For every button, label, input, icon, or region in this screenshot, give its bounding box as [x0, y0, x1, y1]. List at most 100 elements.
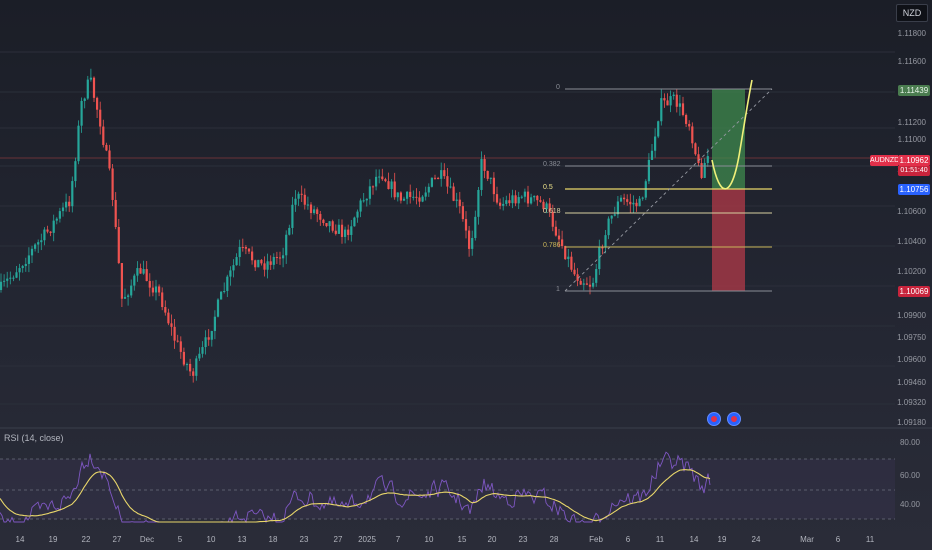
event-marker-icon[interactable] [707, 412, 721, 426]
candle-body [127, 295, 130, 297]
candle-body [334, 230, 337, 234]
candle-body [483, 159, 486, 171]
candle-body [89, 77, 92, 80]
candle-body [139, 268, 142, 274]
candle-body [65, 201, 68, 208]
candle-body [111, 168, 114, 200]
event-marker-icon[interactable] [727, 412, 741, 426]
rsi-indicator-label[interactable]: RSI (14, close) [4, 433, 64, 443]
candle-body [182, 351, 185, 365]
rsi-band [0, 459, 895, 519]
candle-body [464, 219, 468, 231]
candle-body [353, 217, 356, 227]
time-axis-label: Feb [589, 535, 603, 544]
candle-body [613, 214, 616, 216]
time-axis-label: 14 [15, 535, 25, 544]
rsi-axis-label: 80.00 [899, 438, 920, 447]
candle-body [433, 177, 437, 179]
candle-body [626, 199, 629, 202]
candle-body [154, 286, 158, 293]
candle-body [254, 260, 257, 268]
candle-body [604, 235, 607, 248]
candle-body [136, 268, 139, 276]
candle-body [313, 209, 316, 214]
candle-body [145, 269, 148, 282]
candle-body [452, 186, 455, 201]
price-chart-canvas[interactable] [0, 0, 932, 550]
candle-body [282, 255, 285, 259]
candle-body [356, 211, 359, 218]
candle-body [520, 196, 523, 198]
candle-body [446, 176, 449, 187]
candle-body [468, 230, 471, 249]
candle-body [486, 170, 489, 179]
candle-body [247, 248, 251, 252]
candle-body [309, 204, 313, 214]
candle-body [12, 277, 15, 279]
candle-body [303, 194, 306, 205]
candle-body [105, 144, 108, 151]
time-axis-label: 18 [268, 535, 278, 544]
candle-body [285, 234, 288, 256]
price-axis-label: 1.09180 [897, 418, 926, 427]
candle-body [669, 96, 672, 106]
candle-body [449, 186, 452, 188]
candle-body [0, 281, 3, 290]
entry-price-tag: 1.10756 [898, 184, 930, 195]
target-price-tag: 1.11439 [898, 85, 930, 96]
candle-body [55, 218, 58, 221]
candle-body [489, 177, 492, 179]
time-axis-label: 14 [689, 535, 699, 544]
price-axis-label: 1.10200 [897, 267, 926, 276]
candle-body [40, 240, 43, 243]
candle-body [539, 200, 542, 202]
candle-body [207, 337, 210, 340]
time-axis-label: 10 [424, 535, 434, 544]
candle-body [83, 98, 86, 101]
candle-body [703, 162, 706, 178]
candle-body [192, 371, 195, 376]
candle-body [706, 156, 709, 163]
target-zone [712, 89, 745, 189]
candle-body [263, 263, 266, 270]
candle-body [650, 150, 654, 160]
time-axis-label: 28 [549, 535, 559, 544]
candle-body [123, 296, 127, 299]
candle-body [526, 191, 530, 204]
candle-body [675, 94, 678, 107]
currency-badge[interactable]: NZD [896, 4, 928, 22]
candle-body [399, 192, 402, 201]
chart-root[interactable]: NZD 1.118001.116001.112001.110001.108001… [0, 0, 932, 550]
candle-body [635, 202, 638, 207]
candle-body [58, 211, 61, 219]
candle-body [359, 200, 362, 212]
time-axis-label: 10 [206, 535, 216, 544]
candle-body [102, 126, 105, 145]
candle-body [592, 282, 595, 287]
candle-body [77, 125, 80, 162]
candle-body [629, 201, 632, 205]
candle-body [108, 150, 111, 169]
candle-body [43, 229, 46, 241]
candle-body [415, 196, 418, 198]
price-axis-label: 1.09750 [897, 333, 926, 342]
time-axis-label: 23 [299, 535, 309, 544]
price-axis-label: 1.11800 [897, 29, 926, 38]
price-axis-label: 1.11200 [897, 118, 926, 127]
candle-body [117, 227, 120, 264]
time-axis-label: 19 [717, 535, 727, 544]
candle-body [672, 94, 675, 97]
candle-body [71, 181, 74, 207]
candle-body [46, 229, 49, 232]
candle-body [378, 176, 381, 178]
time-axis-label: 27 [333, 535, 343, 544]
candle-body [6, 278, 9, 281]
candle-body [387, 181, 390, 190]
candle-body [514, 195, 517, 204]
candle-body [213, 316, 216, 332]
candle-body [616, 201, 619, 215]
candle-body [120, 263, 123, 299]
candle-body [471, 237, 474, 249]
rsi-axis-label: 60.00 [899, 471, 920, 480]
candle-body [582, 283, 585, 285]
